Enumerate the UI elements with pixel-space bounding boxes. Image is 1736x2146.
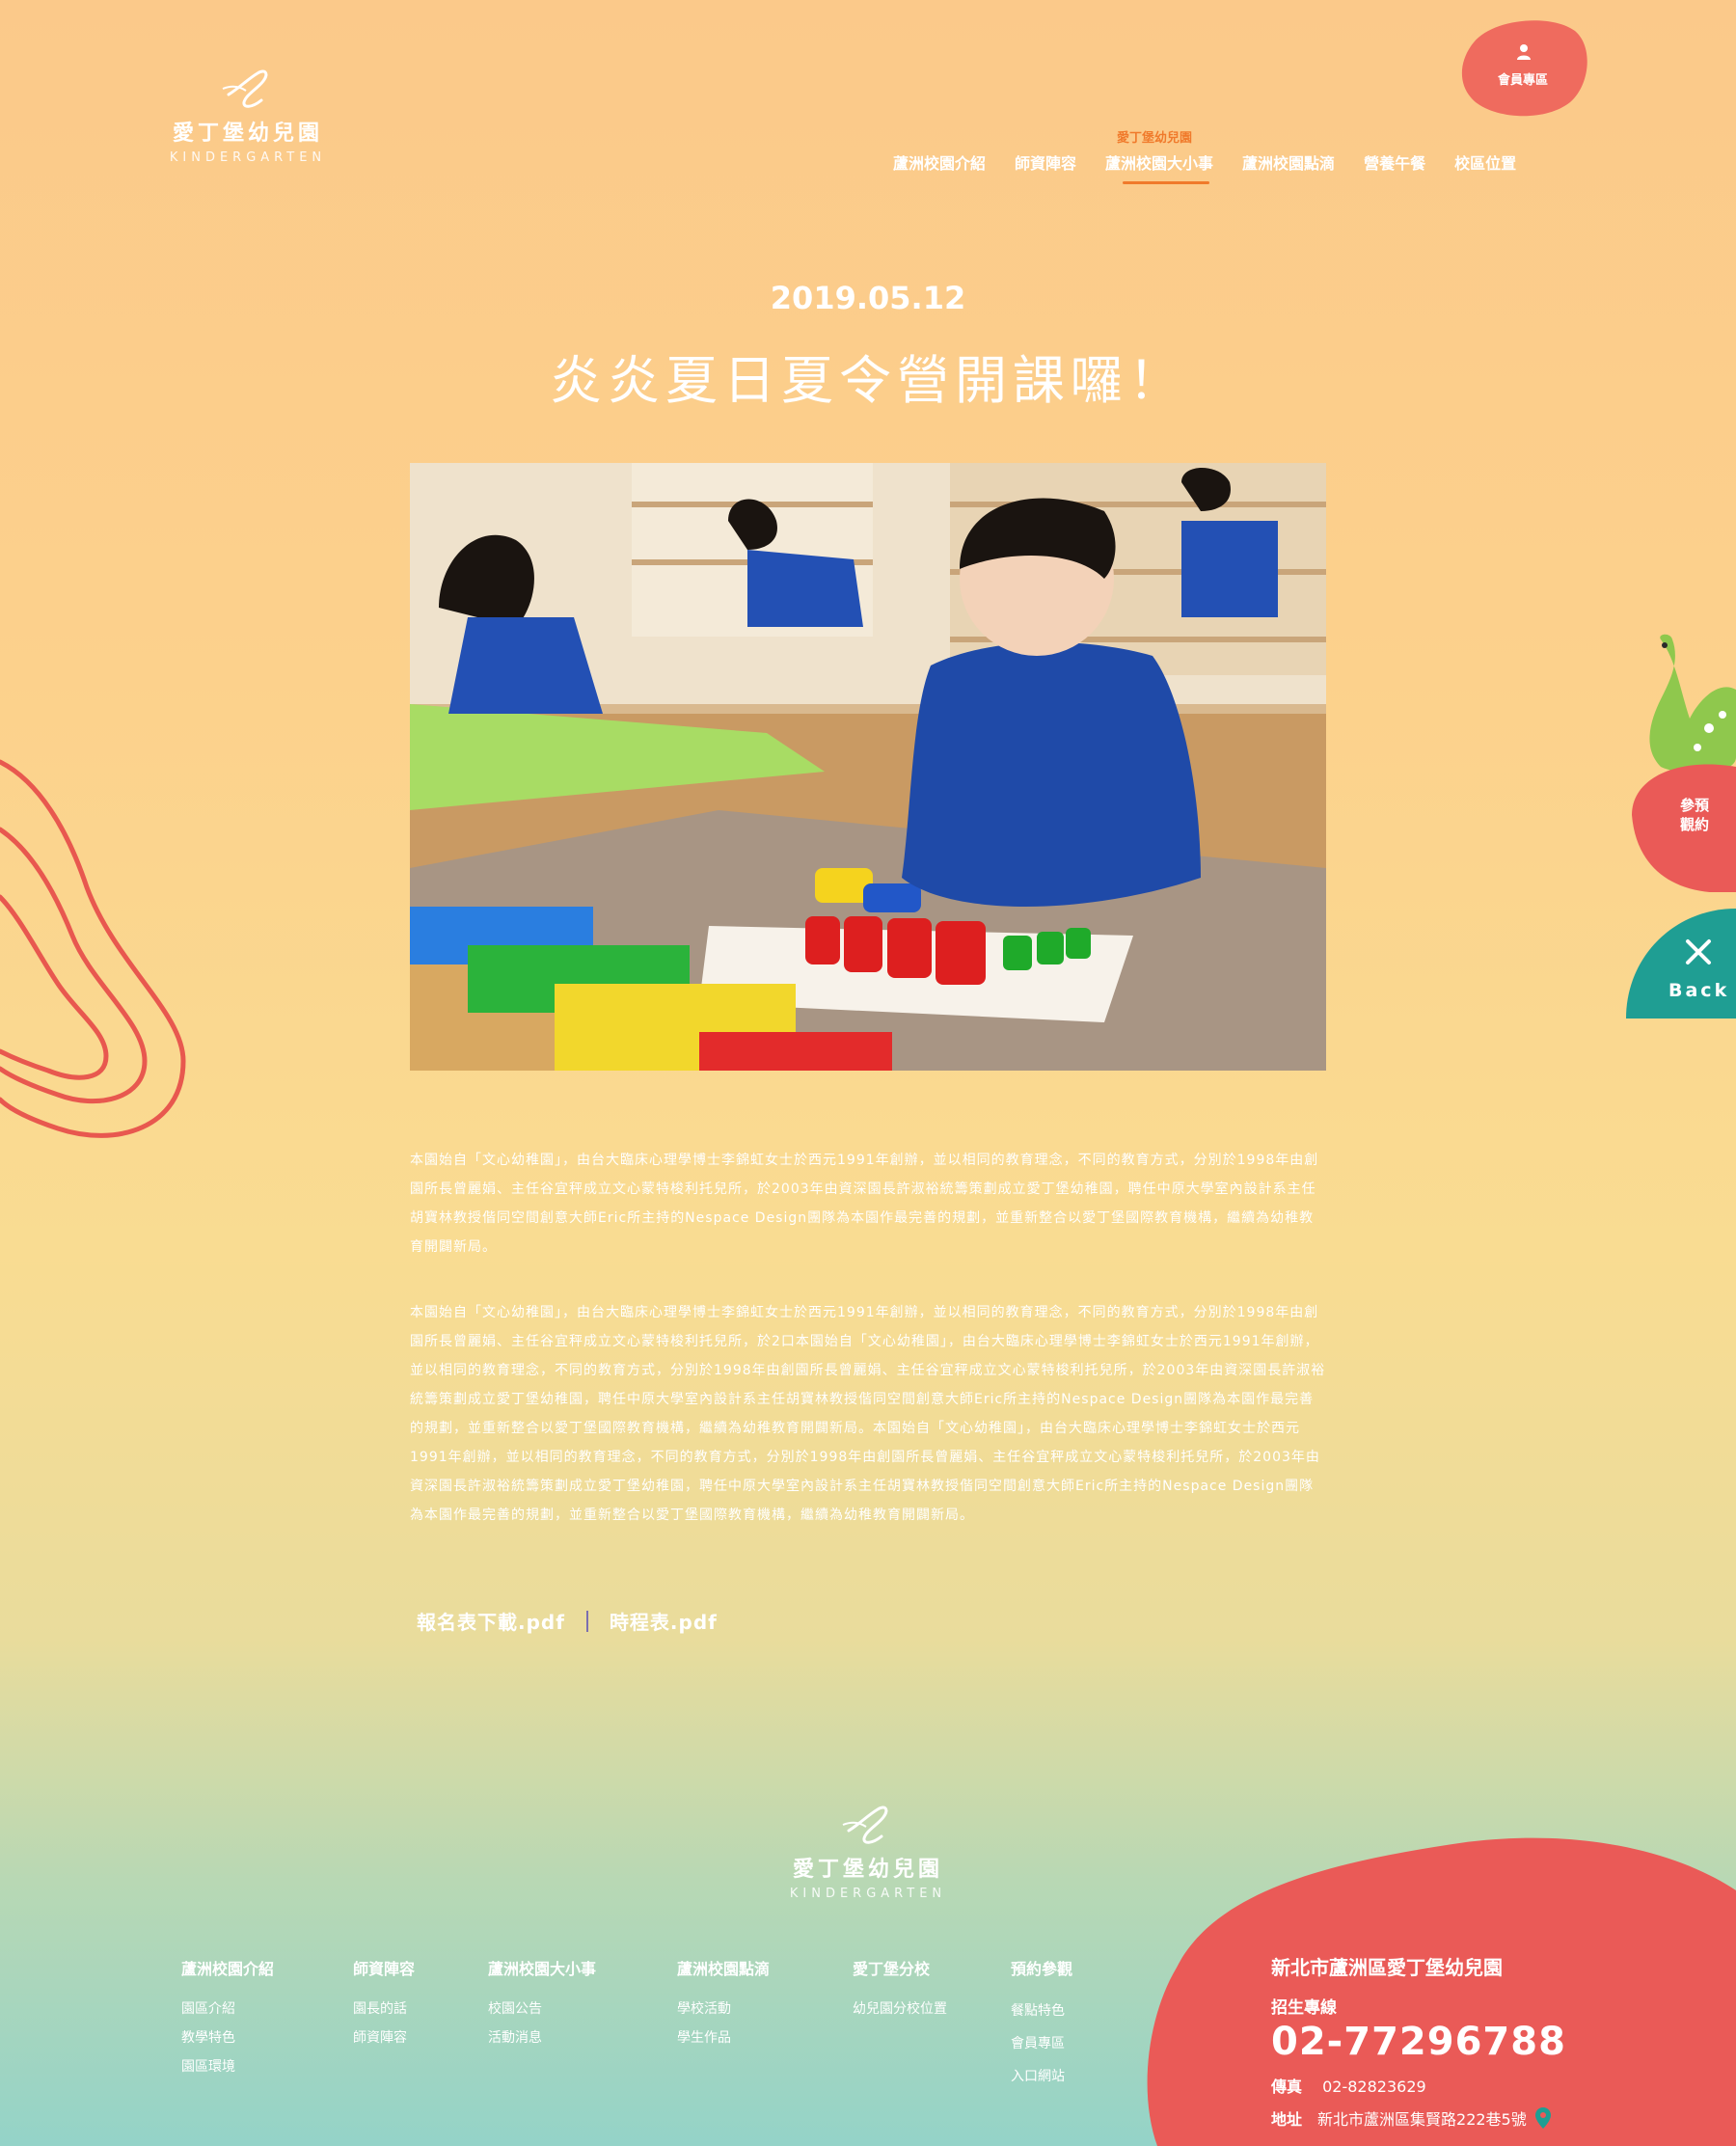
logo-subtitle: KINDERGARTEN	[169, 150, 327, 165]
footer-col-title: 師資陣容	[353, 1960, 416, 1978]
nav-item-teachers[interactable]: 師資陣容	[1015, 150, 1076, 174]
article-photo	[410, 463, 1326, 1071]
member-area-button[interactable]: 會員專區	[1454, 14, 1591, 120]
footer-link[interactable]: 園長的話	[353, 1995, 415, 2024]
footer-link[interactable]: 餐點特色	[1011, 1995, 1072, 2027]
footer-col-title: 預約參觀	[1011, 1960, 1073, 1978]
article-paragraph-2: 本園始自「文心幼稚園」，由台大臨床心理學博士李錦虹女士於西元1991年創辦，並以…	[410, 1305, 1326, 1523]
footer-contact: 新北市蘆洲區愛丁堡幼兒園 招生專線 02-77296788 傳真 02-8282…	[1271, 1952, 1566, 2130]
book-visit-label-line2: 觀約	[1679, 816, 1709, 833]
site-logo[interactable]: 愛丁堡幼兒園 KINDERGARTEN	[166, 60, 330, 165]
footer-col-title: 蘆洲校園介紹	[181, 1960, 275, 1978]
nav-label: 師資陣容	[1015, 154, 1077, 173]
contact-fax-label: 傳真	[1271, 2078, 1303, 2096]
nav-item-location[interactable]: 校區位置	[1454, 150, 1516, 174]
back-bg	[1626, 909, 1736, 1019]
footer-link[interactable]: 師資陣容	[353, 2024, 415, 2052]
nav-active-underline	[1123, 181, 1210, 184]
book-visit-widget[interactable]: 參預 觀約	[1622, 632, 1736, 893]
footer-col-campus-intro: 蘆洲校園介紹 園區介紹 教學特色 園區環境	[181, 1956, 274, 2081]
nav-super-label: 愛丁堡幼兒園	[1117, 131, 1193, 146]
footer-logo-subtitle: KINDERGARTEN	[789, 1887, 947, 1901]
footer-link[interactable]: 幼兒園分校位置	[853, 1995, 947, 2024]
logo-e-icon	[222, 69, 268, 108]
close-x-icon	[1686, 939, 1711, 964]
nav-item-campus-news[interactable]: 愛丁堡幼兒園 蘆洲校園大小事	[1105, 131, 1214, 184]
logo-e-icon	[842, 1806, 888, 1844]
dinosaur-icon	[1632, 634, 1736, 893]
footer-col-campus-news: 蘆洲校園大小事 校園公告 活動消息	[488, 1956, 596, 2052]
download-registration-pdf[interactable]: 報名表下載.pdf	[417, 1607, 565, 1635]
contact-fax: 02-82823629	[1322, 2078, 1426, 2096]
nav-label: 蘆洲校園介紹	[893, 154, 987, 173]
footer-col-visit: 預約參觀 餐點特色 會員專區 入口網站	[1011, 1956, 1072, 2093]
book-visit-label: 參預 觀約	[1670, 796, 1719, 834]
footer-col-title: 蘆洲校園點滴	[677, 1960, 771, 1978]
footer-link[interactable]: 會員專區	[1011, 2027, 1072, 2060]
contact-phone[interactable]: 02-77296788	[1271, 2020, 1566, 2064]
map-pin-icon[interactable]	[1534, 2106, 1552, 2130]
nav-item-campus-intro[interactable]: 蘆洲校園介紹	[893, 150, 986, 174]
nav-item-lunch[interactable]: 營養午餐	[1364, 150, 1425, 174]
footer-link[interactable]: 園區環境	[181, 2052, 274, 2081]
footer-link[interactable]: 學校活動	[677, 1995, 770, 2024]
main-nav: 蘆洲校園介紹 師資陣容 愛丁堡幼兒園 蘆洲校園大小事 蘆洲校園點滴 營養午餐 校…	[893, 131, 1545, 184]
footer-link[interactable]: 園區介紹	[181, 1995, 274, 2024]
footer-col-title: 蘆洲校園大小事	[488, 1960, 597, 1978]
footer-link[interactable]: 校園公告	[488, 1995, 596, 2024]
footer-logo[interactable]: 愛丁堡幼兒園 KINDERGARTEN	[752, 1796, 984, 1901]
contact-address-label: 地址	[1271, 2110, 1303, 2129]
logo-name: 愛丁堡幼兒園	[172, 122, 323, 146]
contact-address-row: 地址 新北市蘆洲區集賢路222巷5號	[1271, 2106, 1566, 2130]
footer-col-campus-moments: 蘆洲校園點滴 學校活動 學生作品	[677, 1956, 770, 2052]
footer-link[interactable]: 學生作品	[677, 2024, 770, 2052]
download-schedule-pdf[interactable]: 時程表.pdf	[610, 1607, 718, 1635]
footer-col-title: 愛丁堡分校	[853, 1960, 931, 1978]
article-date: 2019.05.12	[770, 280, 966, 316]
contact-school-name: 新北市蘆洲區愛丁堡幼兒園	[1271, 1956, 1503, 1979]
nav-label: 蘆洲校園大小事	[1105, 154, 1214, 173]
contact-fax-row: 傳真 02-82823629	[1271, 2074, 1566, 2097]
member-blob	[1461, 20, 1587, 117]
back-label: Back	[1668, 980, 1730, 1001]
download-links: 報名表下載.pdf 時程表.pdf	[417, 1607, 718, 1635]
footer-col-teachers: 師資陣容 園長的話 師資陣容	[353, 1956, 415, 2052]
footer-col-branches: 愛丁堡分校 幼兒園分校位置	[853, 1956, 947, 2024]
decorative-swirl	[0, 759, 186, 1138]
nav-item-campus-moments[interactable]: 蘆洲校園點滴	[1242, 150, 1335, 174]
footer-link[interactable]: 入口網站	[1011, 2060, 1072, 2093]
footer-link[interactable]: 教學特色	[181, 2024, 274, 2052]
article-title: 炎炎夏日夏令營開課囉！	[550, 350, 1186, 411]
book-visit-label-line1: 參預	[1679, 797, 1709, 814]
nav-label: 營養午餐	[1364, 154, 1426, 173]
footer-logo-name: 愛丁堡幼兒園	[792, 1858, 943, 1882]
member-label: 會員專區	[1497, 73, 1548, 88]
contact-hotline-label: 招生專線	[1271, 1998, 1337, 2018]
user-icon	[1517, 44, 1531, 60]
download-separator	[585, 1610, 588, 1632]
nav-label: 校區位置	[1454, 154, 1517, 173]
contact-address: 新北市蘆洲區集賢路222巷5號	[1317, 2110, 1527, 2129]
back-button[interactable]: Back	[1626, 909, 1736, 1019]
footer-link[interactable]: 活動消息	[488, 2024, 596, 2052]
article-paragraph-1: 本園始自「文心幼稚園」，由台大臨床心理學博士李錦虹女士於西元1991年創辦，並以…	[410, 1153, 1319, 1255]
nav-label: 蘆洲校園點滴	[1242, 154, 1336, 173]
